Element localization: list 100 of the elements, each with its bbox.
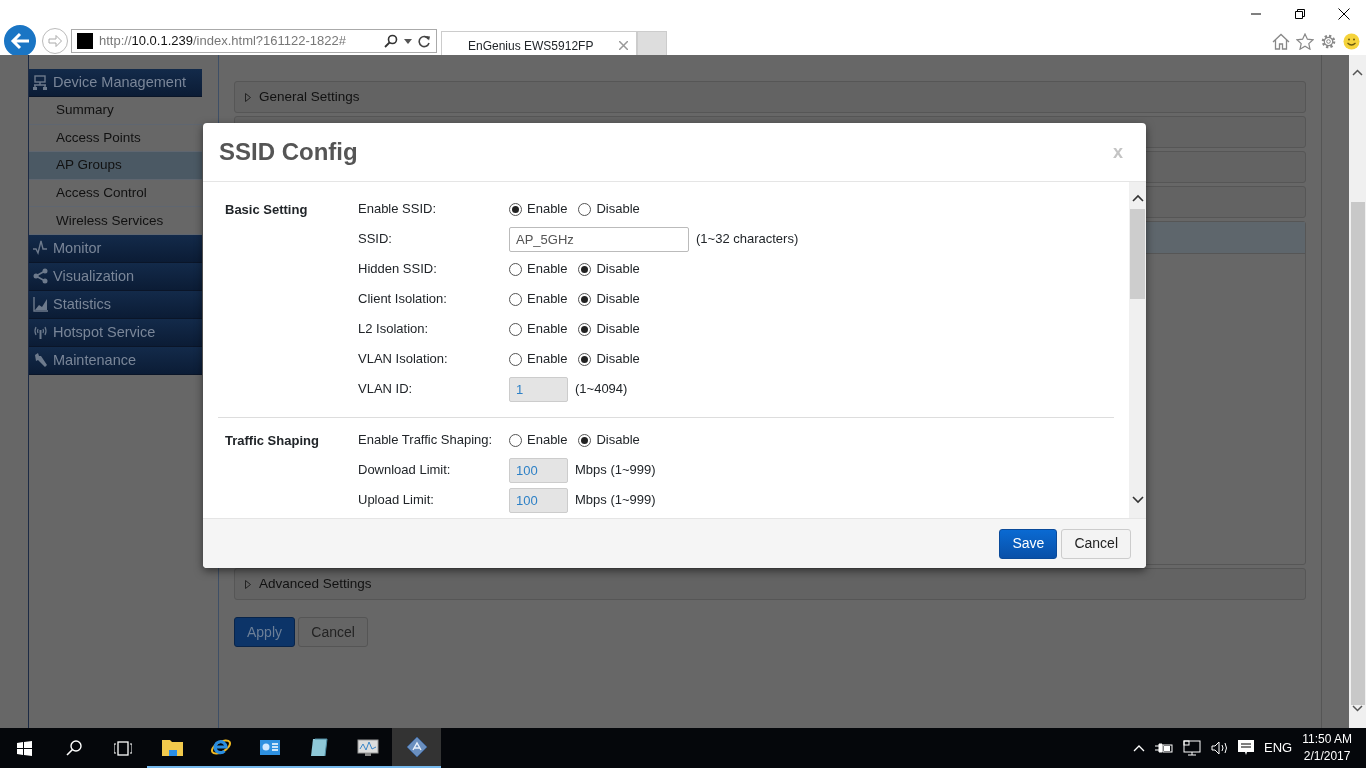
modal-title: SSID Config — [219, 137, 358, 167]
scrollbar[interactable] — [1129, 182, 1146, 518]
address-bar[interactable]: http://10.0.1.239/index.html?161122-1822# — [71, 29, 437, 53]
tab-title: EnGenius EWS5912FP — [468, 37, 594, 55]
star-icon[interactable] — [1296, 32, 1314, 50]
diamond-app-icon[interactable] — [405, 736, 428, 758]
radio-button[interactable] — [509, 202, 522, 216]
radio-button[interactable] — [509, 352, 522, 366]
radio-label[interactable]: Enable — [527, 259, 568, 279]
antenna-icon — [33, 324, 48, 341]
sidebar-item[interactable]: Wireless Services — [29, 207, 202, 235]
dashboard-icon[interactable] — [258, 737, 281, 757]
field-label: L2 Isolation: — [358, 320, 430, 339]
radio-label[interactable]: Enable — [527, 319, 568, 339]
sidebar-item[interactable]: Access Control — [29, 179, 202, 208]
radio-button[interactable] — [578, 352, 592, 366]
sidebar-group-header[interactable]: Statistics — [29, 290, 202, 319]
caret-icon[interactable] — [404, 38, 412, 44]
section-title: Basic Setting — [224, 201, 309, 219]
start-icon[interactable] — [17, 740, 32, 756]
radio-button[interactable] — [578, 202, 592, 216]
triangle-right-icon — [245, 92, 251, 102]
group-label: Hotspot Service — [53, 322, 156, 342]
radio-label[interactable]: Enable — [527, 289, 568, 309]
smiley-icon[interactable] — [1343, 32, 1360, 50]
language-indicator[interactable]: ENG — [1264, 738, 1293, 758]
field-label: Download Limit: — [358, 461, 452, 480]
hint-text: Mbps (1~999) — [575, 461, 656, 480]
sidebar-group-header[interactable]: Hotspot Service — [29, 318, 202, 347]
notification-icon[interactable] — [1238, 740, 1254, 756]
radio-label[interactable]: Disable — [596, 199, 640, 219]
scrollbar[interactable] — [1349, 55, 1366, 728]
group-label: Visualization — [53, 266, 135, 286]
section-title: General Settings — [259, 87, 360, 106]
radio-button[interactable] — [509, 292, 522, 306]
radio-button[interactable] — [578, 433, 592, 447]
folder-icon[interactable] — [160, 737, 183, 757]
search-icon[interactable] — [384, 34, 398, 48]
radio-label[interactable]: Disable — [596, 289, 640, 309]
task-view-icon[interactable] — [113, 740, 132, 756]
hint-text: Mbps (1~999) — [575, 491, 656, 510]
scrollbar-thumb[interactable] — [1130, 209, 1145, 299]
field-label: VLAN ID: — [358, 380, 414, 399]
radio-label[interactable]: Enable — [527, 199, 568, 219]
input-field[interactable]: AP_5GHz — [509, 226, 689, 252]
radio-button[interactable] — [578, 292, 592, 306]
sidebar-group-header[interactable]: Device Management — [29, 69, 202, 97]
radio-button[interactable] — [509, 322, 522, 336]
triangle-right-icon — [245, 579, 251, 589]
group-label: Statistics — [53, 294, 111, 314]
radio-label[interactable]: Disable — [596, 349, 640, 369]
clock-time[interactable]: 11:50 AM — [1302, 731, 1352, 748]
radio-button[interactable] — [509, 262, 522, 276]
field-label: Enable Traffic Shaping: — [358, 431, 494, 450]
chevron-up-icon[interactable] — [1352, 69, 1363, 76]
home-icon[interactable] — [1272, 32, 1290, 50]
notepad-icon[interactable] — [308, 736, 329, 758]
monitor-icon[interactable] — [356, 737, 379, 757]
field-label: VLAN Isolation: — [358, 350, 449, 369]
power-plug-icon[interactable] — [1155, 742, 1173, 754]
sidebar-group-header[interactable]: Visualization — [29, 262, 202, 291]
radio-button[interactable] — [578, 322, 592, 336]
wrench-icon — [33, 352, 48, 369]
radio-button[interactable] — [578, 262, 592, 276]
browser-e-icon[interactable] — [209, 736, 232, 758]
sidebar-item[interactable]: Summary — [29, 97, 202, 125]
field-label: SSID: — [358, 230, 393, 249]
arrow-left-icon[interactable] — [9, 31, 31, 51]
area-chart-icon — [33, 296, 48, 313]
save-button[interactable]: Save — [999, 528, 1058, 559]
sidebar-group-header[interactable]: Maintenance — [29, 346, 202, 375]
field-label: Enable SSID: — [358, 200, 438, 219]
radio-label[interactable]: Disable — [596, 430, 640, 450]
address-text: http://10.0.1.239/index.html?161122-1822# — [99, 32, 347, 51]
chevron-down-icon[interactable] — [1352, 705, 1363, 712]
network-icon — [33, 74, 48, 91]
sidebar-group-header[interactable]: Monitor — [29, 234, 202, 263]
group-label: Device Management — [53, 72, 186, 92]
chevron-up-icon[interactable] — [1131, 194, 1144, 202]
field-label: Hidden SSID: — [358, 260, 438, 279]
radio-label[interactable]: Disable — [596, 319, 640, 339]
clock-date[interactable]: 2/1/2017 — [1302, 748, 1352, 765]
volume-icon[interactable] — [1211, 741, 1228, 755]
share-icon — [33, 268, 48, 285]
settings-icon[interactable] — [1320, 32, 1337, 50]
group-label: Monitor — [53, 238, 102, 258]
scrollbar-thumb[interactable] — [1350, 201, 1365, 706]
network-icon[interactable] — [1183, 740, 1201, 756]
radio-label[interactable]: Disable — [596, 259, 640, 279]
refresh-icon[interactable] — [418, 34, 431, 48]
restore-icon[interactable] — [1294, 6, 1306, 22]
search-icon[interactable] — [65, 740, 82, 756]
radio-label[interactable]: Enable — [527, 430, 568, 450]
cancel-button[interactable]: Cancel — [1061, 528, 1131, 559]
field-label: Upload Limit: — [358, 491, 435, 510]
radio-button[interactable] — [509, 433, 522, 447]
radio-label[interactable]: Enable — [527, 349, 568, 369]
close-icon[interactable] — [1338, 6, 1350, 22]
pulse-icon — [33, 240, 48, 257]
chevron-down-icon[interactable] — [1131, 496, 1144, 504]
